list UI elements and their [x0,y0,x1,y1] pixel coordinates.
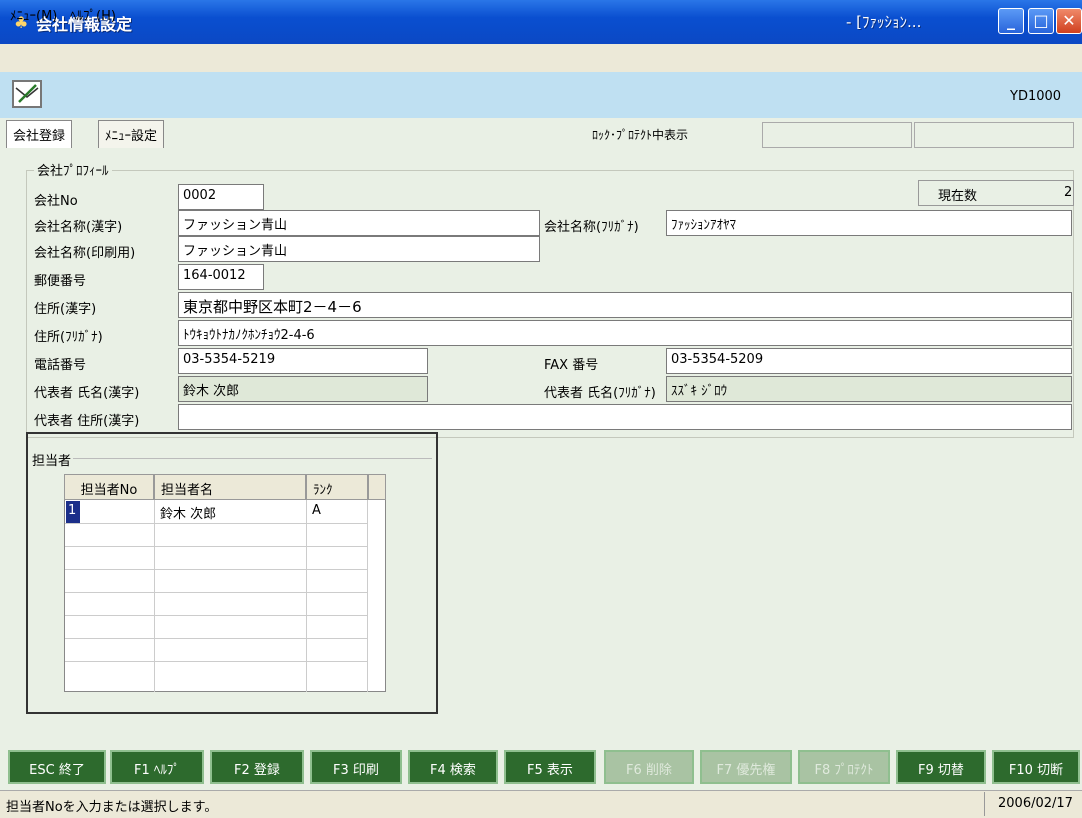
current-count-value: 2 [1064,185,1073,200]
grid-header-no[interactable]: 担当者No [64,474,154,500]
grid-row-line [65,661,367,662]
rep-kana-label: 代表者 氏名(ﾌﾘｶﾞﾅ) [544,386,656,401]
postal-label: 郵便番号 [34,274,87,289]
staff-legend: 担当者 [30,450,74,469]
close-button[interactable]: ✕ [1056,8,1082,34]
fkey-f7-button[interactable]: F7 優先権 [700,750,792,784]
staff-separator [34,458,432,459]
grid-row-line [65,546,367,547]
tab-menu-settings[interactable]: ﾒﾆｭｰ設定 [98,120,165,148]
addr-kanji-field[interactable]: 東京都中野区本町2－4－6 [178,292,1072,318]
fkey-f3-button[interactable]: F3 印刷 [310,750,402,784]
fkey-f9-button[interactable]: F9 切替 [896,750,986,784]
name-print-field[interactable]: ファッション青山 [178,236,540,262]
fkey-esc-button[interactable]: ESC 終了 [8,750,106,784]
grid-header-filler [368,474,386,500]
maximize-button[interactable]: □ [1028,8,1054,34]
grid-col-divider [154,500,155,692]
name-print-label: 会社名称(印刷用) [34,246,136,261]
rep-kana-field: ｽｽﾞｷ ｼﾞﾛｳ [666,376,1072,402]
current-count-label: 現在数 [938,189,978,204]
minimize-button[interactable]: _ [998,8,1024,34]
lock-protect-label: ﾛｯｸ･ﾌﾟﾛﾃｸﾄ中表示 [592,128,689,142]
grid-cell-name[interactable]: 鈴木 次郎 [156,501,220,523]
grid-row-line [65,592,367,593]
grid-cell-no[interactable]: 1 [66,501,80,523]
fax-field[interactable]: 03-5354-5209 [666,348,1072,374]
toolbar [0,72,1082,118]
grid-row-line [65,523,367,524]
fkey-f5-button[interactable]: F5 表示 [504,750,596,784]
company-no-field[interactable]: 0002 [178,184,264,210]
postal-field[interactable]: 164-0012 [178,264,264,290]
mail-icon[interactable] [12,80,42,108]
staff-grid[interactable] [64,474,386,692]
addr-kana-label: 住所(ﾌﾘｶﾞﾅ) [34,330,103,345]
menu-bar [0,44,1082,72]
grid-row-line [65,638,367,639]
status-message: 担当者Noを入力または選択します。 [6,800,218,815]
lock-status-box-1 [762,122,912,148]
rep-addr-label: 代表者 住所(漢字) [34,414,140,429]
addr-kanji-label: 住所(漢字) [34,302,97,317]
fkey-f1-button[interactable]: F1 ﾍﾙﾌﾟ [110,750,204,784]
close-icon: ✕ [1062,11,1076,30]
name-kana-label: 会社名称(ﾌﾘｶﾞﾅ) [544,220,639,235]
phone-label: 電話番号 [34,358,87,373]
addr-kana-field[interactable]: ﾄｳｷｮｳﾄﾅｶﾉｸﾎﾝﾁｮｳ2-4-6 [178,320,1072,346]
grid-col-divider [306,500,307,692]
lock-status-box-2 [914,122,1074,148]
name-kanji-label: 会社名称(漢字) [34,220,123,235]
grid-col-divider [367,500,368,692]
menu-item-help[interactable]: ﾍﾙﾌﾟ(H) [70,5,116,24]
grid-cell-rank[interactable]: A [308,501,325,523]
profile-legend: 会社ﾌﾟﾛﾌｨｰﾙ [34,160,112,179]
fkey-f6-button[interactable]: F6 削除 [604,750,694,784]
rep-kanji-label: 代表者 氏名(漢字) [34,386,140,401]
status-date: 2006/02/17 [998,796,1073,811]
menu-item-menu[interactable]: ﾒﾆｭｰ(M) [10,5,57,24]
fkey-f4-button[interactable]: F4 検索 [408,750,498,784]
phone-field[interactable]: 03-5354-5219 [178,348,428,374]
grid-header-rank[interactable]: ﾗﾝｸ [306,474,368,500]
fax-label: FAX 番号 [544,358,599,373]
screen-id: YD1000 [1010,89,1062,104]
name-kana-field[interactable]: ﾌｧｯｼｮﾝｱｵﾔﾏ [666,210,1072,236]
grid-row-line [65,615,367,616]
window-doc-title: - [ﾌｧｯｼｮﾝ... [846,13,922,31]
minimize-icon: _ [1007,11,1015,30]
maximize-icon: □ [1033,11,1049,30]
fkey-f10-button[interactable]: F10 切断 [992,750,1080,784]
fkey-f8-button[interactable]: F8 ﾌﾟﾛﾃｸﾄ [798,750,890,784]
grid-row-line [65,569,367,570]
company-no-label: 会社No [34,194,78,209]
tab-company-registration[interactable]: 会社登録 [6,120,73,148]
rep-kanji-field: 鈴木 次郎 [178,376,428,402]
grid-header-name[interactable]: 担当者名 [154,474,306,500]
name-kanji-field[interactable]: ファッション青山 [178,210,540,236]
rep-addr-field[interactable] [178,404,1072,430]
fkey-f2-button[interactable]: F2 登録 [210,750,304,784]
